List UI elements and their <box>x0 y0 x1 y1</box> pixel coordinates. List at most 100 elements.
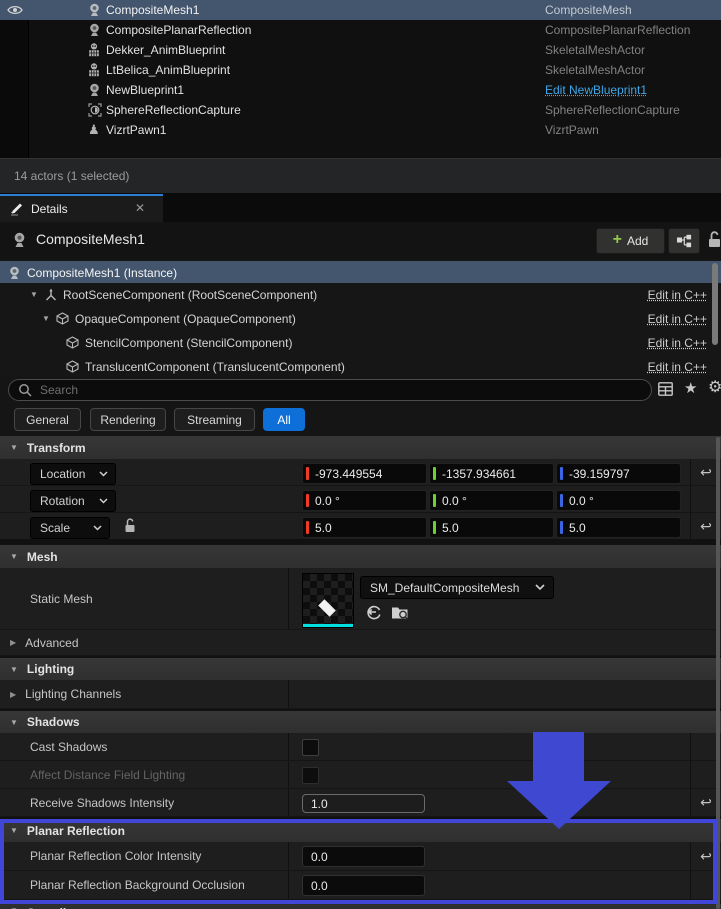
field-value: 0.0 <box>311 850 328 864</box>
chevron-down-icon[interactable]: ▼ <box>42 314 50 323</box>
eye-icon[interactable] <box>7 5 23 15</box>
property-label: Cast Shadows <box>30 740 107 754</box>
component-row-instance[interactable]: CompositeMesh1 (Instance) <box>0 261 721 283</box>
edit-in-cpp-link[interactable]: Edit in C++ <box>648 336 707 350</box>
static-mesh-asset-dropdown[interactable]: SM_DefaultCompositeMesh <box>360 576 554 599</box>
chevron-down-icon: ▼ <box>10 718 18 727</box>
component-label[interactable]: RootSceneComponent (RootSceneComponent) <box>63 288 317 302</box>
section-lighting[interactable]: ▼ Lighting <box>0 658 721 681</box>
details-search-row: Search ★ ⚙ <box>0 376 721 403</box>
chevron-right-icon[interactable]: ▶ <box>10 638 16 647</box>
component-row-translucent[interactable]: TranslucentComponent (TranslucentCompone… <box>0 355 721 377</box>
actor-name[interactable]: SphereReflectionCapture <box>106 103 241 117</box>
sphere-reflection-icon <box>88 103 102 117</box>
static-mesh-thumbnail[interactable] <box>302 573 354 628</box>
edit-in-cpp-link[interactable]: Edit in C++ <box>648 288 707 302</box>
component-label[interactable]: StencilComponent (StencilComponent) <box>85 336 292 350</box>
skeletal-mesh-icon <box>88 43 102 57</box>
scale-x-field[interactable]: 5.0 <box>302 517 427 538</box>
browse-to-asset-icon[interactable] <box>391 604 409 620</box>
filter-all[interactable]: All <box>263 408 305 431</box>
location-x-field[interactable]: -973.449554 <box>302 463 427 484</box>
chevron-down-icon: ▼ <box>10 826 18 835</box>
display-grid-icon[interactable] <box>658 382 673 396</box>
actor-name[interactable]: NewBlueprint1 <box>106 83 184 97</box>
component-label[interactable]: CompositeMesh1 (Instance) <box>27 266 177 280</box>
components-scrollbar[interactable] <box>712 263 718 345</box>
tab-details[interactable]: Details ✕ <box>0 194 163 222</box>
cast-shadows-checkbox[interactable] <box>302 739 319 756</box>
planar-background-occlusion-field[interactable]: 0.0 <box>302 875 425 896</box>
property-row-advanced[interactable]: ▶ Advanced <box>0 630 721 656</box>
edit-in-cpp-link[interactable]: Edit in C++ <box>648 360 707 374</box>
z-axis-stripe <box>560 494 563 507</box>
location-dropdown[interactable]: Location <box>30 463 116 485</box>
section-mesh[interactable]: ▼ Mesh <box>0 545 721 569</box>
actor-name[interactable]: CompositeMesh1 <box>106 3 199 17</box>
scale-lock-icon[interactable] <box>124 518 136 533</box>
outliner-row-newblueprint1[interactable]: NewBlueprint1 Edit NewBlueprint1 <box>0 80 721 100</box>
y-axis-stripe <box>433 467 436 480</box>
filter-streaming[interactable]: Streaming <box>174 408 255 431</box>
rotation-y-field[interactable]: 0.0 ° <box>429 490 554 511</box>
section-shadows[interactable]: ▼ Shadows <box>0 711 721 734</box>
section-title: Lighting <box>27 662 74 676</box>
favorites-star-icon[interactable]: ★ <box>684 381 697 396</box>
actor-name[interactable]: Dekker_AnimBlueprint <box>106 43 225 57</box>
filter-general[interactable]: General <box>14 408 81 431</box>
details-scrollbar[interactable] <box>716 437 720 909</box>
outliner-row-dekker[interactable]: Dekker_AnimBlueprint SkeletalMeshActor <box>0 40 721 60</box>
rotation-dropdown[interactable]: Rotation <box>30 490 116 512</box>
chevron-down-icon[interactable]: ▼ <box>30 290 38 299</box>
rotation-z-field[interactable]: 0.0 ° <box>556 490 681 511</box>
chip-label: Rendering <box>100 413 155 427</box>
scale-y-field[interactable]: 5.0 <box>429 517 554 538</box>
blueprint-hierarchy-button[interactable] <box>668 228 700 254</box>
chevron-down-icon: ▼ <box>10 552 18 561</box>
actor-name[interactable]: VizrtPawn1 <box>106 123 166 137</box>
reset-icon[interactable]: ↩ <box>700 518 712 535</box>
edit-in-cpp-link[interactable]: Edit in C++ <box>648 312 707 326</box>
chevron-down-icon <box>535 584 545 591</box>
affect-distance-field-checkbox <box>302 767 319 784</box>
scale-dropdown[interactable]: Scale <box>30 517 110 539</box>
component-label[interactable]: TranslucentComponent (TranslucentCompone… <box>85 360 345 374</box>
reset-icon[interactable]: ↩ <box>700 464 712 481</box>
section-next-clipped[interactable]: ▼ Stencil <box>0 904 721 909</box>
actor-name[interactable]: CompositePlanarReflection <box>106 23 251 37</box>
location-y-field[interactable]: -1357.934661 <box>429 463 554 484</box>
property-row-lighting-channels[interactable]: ▶ Lighting Channels <box>0 680 721 709</box>
reset-icon[interactable]: ↩ <box>700 794 712 811</box>
edit-blueprint-link[interactable]: Edit NewBlueprint1 <box>545 83 647 97</box>
receive-shadows-intensity-field[interactable]: 1.0 <box>302 794 425 813</box>
scale-z-field[interactable]: 5.0 <box>556 517 681 538</box>
lock-icon[interactable] <box>707 231 721 248</box>
actor-name[interactable]: LtBelica_AnimBlueprint <box>106 63 230 77</box>
property-row-scale: Scale 5.0 5.0 5.0 ↩ <box>0 513 721 540</box>
outliner-row-spherereflectioncapture[interactable]: SphereReflectionCapture SphereReflection… <box>0 100 721 120</box>
filter-rendering[interactable]: Rendering <box>90 408 166 431</box>
actor-type: CompositePlanarReflection <box>545 23 690 37</box>
component-row-opaque[interactable]: ▼ OpaqueComponent (OpaqueComponent) Edit… <box>0 307 721 331</box>
outliner-row-compositeplanarreflection[interactable]: CompositePlanarReflection CompositePlana… <box>0 20 721 40</box>
outliner-row-vizrtpawn1[interactable]: ♟ VizrtPawn1 VizrtPawn <box>0 120 721 140</box>
rotation-x-field[interactable]: 0.0 ° <box>302 490 427 511</box>
search-input[interactable]: Search <box>8 379 652 401</box>
component-row-stencil[interactable]: StencilComponent (StencilComponent) Edit… <box>0 331 721 355</box>
dropdown-label: Scale <box>40 521 93 535</box>
use-selected-asset-icon[interactable] <box>365 604 382 620</box>
reset-icon[interactable]: ↩ <box>700 848 712 865</box>
component-label[interactable]: OpaqueComponent (OpaqueComponent) <box>75 312 296 326</box>
outliner-row-compositemesh1[interactable]: CompositeMesh1 CompositeMesh <box>0 0 721 20</box>
chevron-down-icon: ▼ <box>10 443 18 452</box>
section-transform[interactable]: ▼ Transform <box>0 436 721 460</box>
location-z-field[interactable]: -39.159797 <box>556 463 681 484</box>
chevron-right-icon[interactable]: ▶ <box>10 690 16 699</box>
planar-color-intensity-field[interactable]: 0.0 <box>302 846 425 867</box>
close-icon[interactable]: ✕ <box>135 201 145 215</box>
component-row-rootscene[interactable]: ▼ RootSceneComponent (RootSceneComponent… <box>0 283 721 307</box>
add-component-button[interactable]: + Add <box>596 228 665 254</box>
outliner-row-ltbelica[interactable]: LtBelica_AnimBlueprint SkeletalMeshActor <box>0 60 721 80</box>
gear-icon[interactable]: ⚙ <box>708 380 721 395</box>
section-planar-reflection[interactable]: ▼ Planar Reflection <box>0 819 721 843</box>
